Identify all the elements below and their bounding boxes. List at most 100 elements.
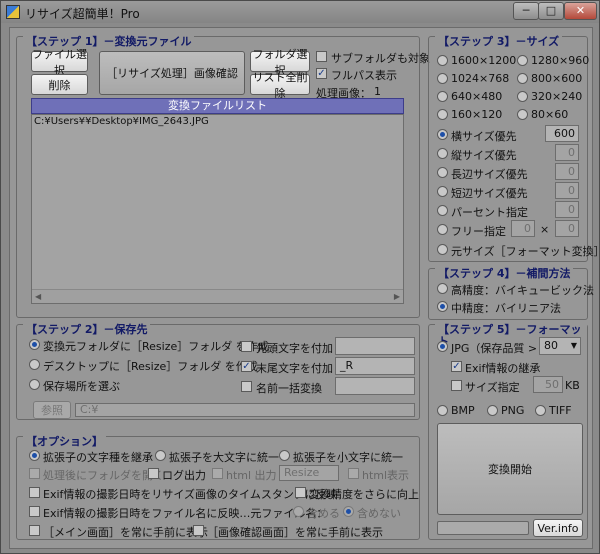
- bmp-label: BMP: [451, 404, 475, 417]
- size-1024-label: 1024×768: [451, 72, 510, 85]
- prefix-checkbox[interactable]: [241, 341, 252, 352]
- precision-label: 変換精度をさらに向上: [309, 488, 419, 501]
- size-640-radio[interactable]: [437, 91, 448, 102]
- rename-checkbox[interactable]: [241, 381, 252, 392]
- fullpath-label: フルパス表示: [331, 69, 397, 82]
- select-file-button[interactable]: ファイル選択: [31, 48, 88, 77]
- rename-field[interactable]: [335, 377, 415, 395]
- size-800-label: 800×600: [531, 72, 583, 85]
- version-info-button[interactable]: Ver.info: [533, 519, 583, 537]
- save-choose-radio[interactable]: [29, 379, 40, 390]
- start-conversion-button[interactable]: 変換開始: [437, 423, 583, 515]
- size-80-radio[interactable]: [517, 109, 528, 120]
- progress-bar: [437, 521, 529, 535]
- save-path-field[interactable]: C:¥: [75, 403, 415, 417]
- main-top-checkbox[interactable]: [29, 525, 40, 536]
- scroll-left-icon[interactable]: ◀: [35, 292, 41, 301]
- size-160-radio[interactable]: [437, 109, 448, 120]
- save-desktop-radio[interactable]: [29, 359, 40, 370]
- horizontal-scrollbar[interactable]: ◀ ▶: [32, 289, 403, 303]
- main-top-label: ［メイン画面］を常に手前に表示: [43, 526, 208, 539]
- confirm-top-label: ［画像確認画面］を常に手前に表示: [207, 526, 383, 539]
- exif-keep-label: Exif情報の継承: [465, 362, 541, 375]
- subfolder-checkbox[interactable]: [316, 51, 327, 62]
- list-item[interactable]: C:¥Users¥¥Desktop¥IMG_2643.JPG: [34, 116, 209, 127]
- open-folder-checkbox[interactable]: [29, 468, 40, 479]
- size-spec-checkbox[interactable]: [451, 380, 462, 391]
- suffix-checkbox[interactable]: ✓: [241, 361, 252, 372]
- height-priority-label: 縦サイズ優先: [451, 149, 517, 162]
- original-size-radio[interactable]: [437, 244, 448, 255]
- size-1600-label: 1600×1200: [451, 54, 517, 67]
- confirm-image-button[interactable]: ［リサイズ処理］画像確認: [99, 51, 245, 95]
- step2-group: 【ステップ 2】－保存先 変換元フォルダに［Resize］フォルダ を作成 デス…: [16, 324, 420, 420]
- exclude-label: 含めない: [357, 507, 401, 520]
- exif-timestamp-checkbox[interactable]: [29, 487, 40, 498]
- ext-inherit-radio[interactable]: [29, 450, 40, 461]
- size-1280-radio[interactable]: [517, 55, 528, 66]
- size-1280-label: 1280×960: [531, 54, 590, 67]
- save-source-radio[interactable]: [29, 339, 40, 350]
- html-folder-field[interactable]: Resize: [279, 465, 339, 481]
- html-out-checkbox[interactable]: [212, 468, 223, 479]
- main-panel: 【ステップ 1】－変換元ファイル ファイル選択 削除 ［リサイズ処理］画像確認 …: [9, 27, 600, 549]
- tiff-radio[interactable]: [535, 405, 546, 416]
- long-priority-radio[interactable]: [437, 167, 448, 178]
- height-priority-radio[interactable]: [437, 148, 448, 159]
- png-label: PNG: [501, 404, 525, 417]
- width-priority-radio[interactable]: [437, 129, 448, 140]
- log-checkbox[interactable]: [148, 468, 159, 479]
- maximize-button[interactable]: □: [538, 2, 564, 20]
- bicubic-radio[interactable]: [437, 283, 448, 294]
- free-radio[interactable]: [437, 224, 448, 235]
- scroll-right-icon[interactable]: ▶: [394, 292, 400, 301]
- open-folder-label: 処理後にフォルダを開く: [43, 469, 164, 482]
- jpg-radio[interactable]: [437, 341, 448, 352]
- include-radio[interactable]: [293, 506, 304, 517]
- size-320-label: 320×240: [531, 90, 583, 103]
- prefix-field[interactable]: [335, 337, 415, 355]
- ext-upper-label: 拡張子を大文字に統一: [169, 451, 279, 464]
- tiff-label: TIFF: [549, 404, 572, 417]
- file-list[interactable]: C:¥Users¥¥Desktop¥IMG_2643.JPG ◀ ▶: [31, 114, 404, 304]
- minimize-button[interactable]: ─: [513, 2, 539, 20]
- long-value-field[interactable]: 0: [555, 163, 579, 180]
- quality-select[interactable]: 80 ▼: [539, 337, 581, 355]
- html-show-checkbox[interactable]: [348, 468, 359, 479]
- percent-value-field[interactable]: 0: [555, 201, 579, 218]
- delete-button[interactable]: 削除: [31, 74, 88, 95]
- delete-all-button[interactable]: リスト全削除: [250, 71, 310, 100]
- close-button[interactable]: ✕: [564, 2, 597, 20]
- precision-checkbox[interactable]: [295, 487, 306, 498]
- exif-keep-checkbox[interactable]: ✓: [451, 361, 462, 372]
- percent-label: パーセント指定: [451, 206, 528, 219]
- free-width-field[interactable]: 0: [511, 220, 535, 237]
- exclude-radio[interactable]: [343, 506, 354, 517]
- confirm-top-checkbox[interactable]: [193, 525, 204, 536]
- short-value-field[interactable]: 0: [555, 182, 579, 199]
- suffix-field[interactable]: _R: [335, 357, 415, 375]
- size-800-radio[interactable]: [517, 73, 528, 84]
- size-1024-radio[interactable]: [437, 73, 448, 84]
- ext-upper-radio[interactable]: [155, 450, 166, 461]
- fullpath-checkbox[interactable]: ✓: [316, 68, 327, 79]
- free-height-field[interactable]: 0: [555, 220, 579, 237]
- step3-title: 【ステップ 3】－サイズ: [435, 36, 563, 48]
- save-source-label: 変換元フォルダに［Resize］フォルダ を作成: [43, 340, 269, 353]
- size-1600-radio[interactable]: [437, 55, 448, 66]
- height-value-field[interactable]: 0: [555, 144, 579, 161]
- short-priority-label: 短辺サイズ優先: [451, 187, 528, 200]
- png-radio[interactable]: [487, 405, 498, 416]
- short-priority-radio[interactable]: [437, 186, 448, 197]
- bmp-radio[interactable]: [437, 405, 448, 416]
- size-value-field[interactable]: 50: [533, 376, 563, 393]
- browse-button[interactable]: 参照: [33, 401, 71, 419]
- exif-filename-checkbox[interactable]: [29, 506, 40, 517]
- width-value-field[interactable]: 600: [545, 125, 579, 142]
- percent-radio[interactable]: [437, 205, 448, 216]
- bilinear-radio[interactable]: [437, 301, 448, 312]
- ext-lower-radio[interactable]: [279, 450, 290, 461]
- size-320-radio[interactable]: [517, 91, 528, 102]
- processed-count: 1: [374, 85, 381, 98]
- bilinear-label: 中精度：バイリニア法: [451, 302, 561, 315]
